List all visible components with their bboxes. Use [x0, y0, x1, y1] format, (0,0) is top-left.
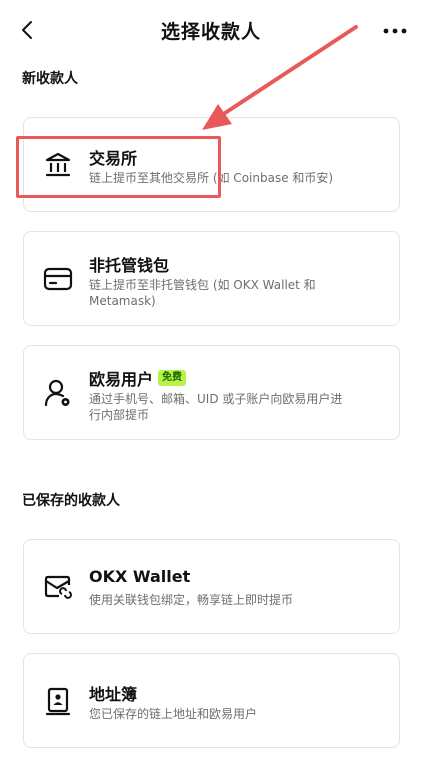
user-icon — [43, 378, 73, 408]
payee-title: 地址簿 — [89, 685, 138, 704]
payee-title: 非托管钱包 — [89, 256, 170, 275]
address-book-icon — [43, 686, 73, 716]
payee-desc: 您已保存的链上地址和欧易用户 — [89, 707, 258, 721]
more-button[interactable] — [382, 18, 408, 44]
payee-card-wallet[interactable]: 非托管钱包 链上提币至非托管钱包 (如 OKX Wallet 和 Metamas… — [23, 231, 400, 326]
payee-desc: 链上提币至非托管钱包 (如 OKX Wallet 和 Metamask) — [89, 278, 316, 308]
saved-card-address-book[interactable]: 地址簿 您已保存的链上地址和欧易用户 — [23, 653, 400, 748]
payee-title: OKX Wallet — [89, 567, 191, 586]
free-badge: 免费 — [158, 370, 187, 386]
payee-card-user[interactable]: 欧易用户 免费 通过手机号、邮箱、UID 或子账户向欧易用户进行内部提币 — [23, 345, 400, 440]
payee-title-text: 欧易用户 — [89, 370, 154, 389]
payee-desc: 通过手机号、邮箱、UID 或子账户向欧易用户进行内部提币 — [89, 392, 343, 422]
highlight-box — [16, 136, 221, 198]
wallet-link-icon — [43, 572, 73, 602]
section-title-new: 新收款人 — [22, 71, 78, 87]
section-title-saved: 已保存的收款人 — [22, 493, 120, 509]
payee-desc: 使用关联钱包绑定，畅享链上即时提币 — [89, 593, 294, 607]
saved-card-okx-wallet[interactable]: OKX Wallet 使用关联钱包绑定，畅享链上即时提币 — [23, 539, 400, 634]
card-icon — [43, 264, 73, 294]
more-dots-icon — [383, 28, 407, 34]
page-title: 选择收款人 — [160, 21, 261, 43]
payee-title: 欧易用户 免费 — [89, 366, 187, 390]
header: 选择收款人 — [0, 0, 422, 60]
